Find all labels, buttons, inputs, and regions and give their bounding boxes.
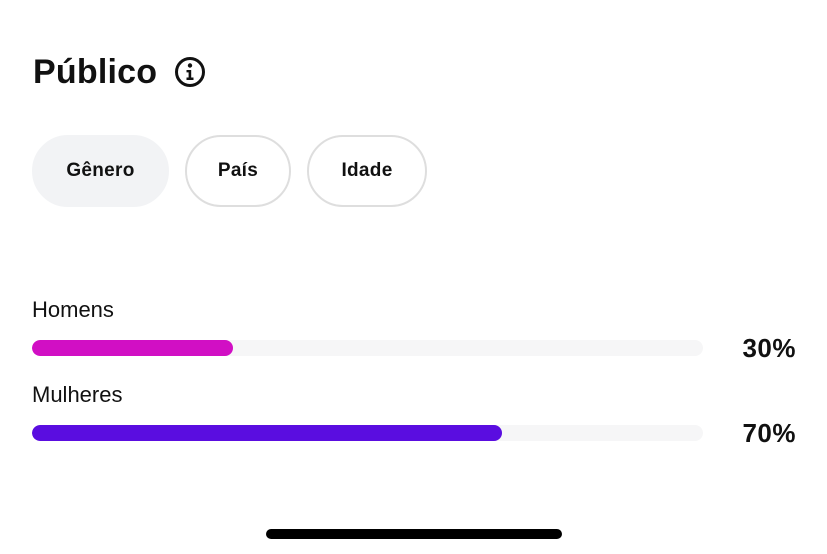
tab-genero-label: Gênero xyxy=(66,160,135,181)
row-label: Mulheres xyxy=(32,382,123,407)
section-header: Público xyxy=(33,50,206,94)
row-value: 70% xyxy=(742,418,796,448)
progress-fill-homens xyxy=(32,340,234,356)
tab-idade[interactable]: Idade xyxy=(307,135,427,207)
row-label: Homens xyxy=(32,297,114,322)
audience-row-mulheres: Mulheres 70% xyxy=(32,382,796,452)
section-title: Público xyxy=(33,53,158,91)
audience-page: Público Gênero País Idade Homens 30% Mul… xyxy=(0,0,827,554)
tab-pais[interactable]: País xyxy=(185,135,291,207)
info-icon[interactable] xyxy=(174,56,206,88)
audience-row-homens: Homens 30% xyxy=(32,297,796,367)
progress-track xyxy=(32,425,703,441)
progress-track xyxy=(32,340,703,356)
progress-fill-mulheres xyxy=(32,425,502,441)
tab-genero[interactable]: Gênero xyxy=(32,135,169,207)
tab-pais-label: País xyxy=(217,160,259,181)
tab-idade-label: Idade xyxy=(341,160,393,181)
row-value: 30% xyxy=(742,333,796,363)
audience-tabs: Gênero País Idade xyxy=(32,135,427,207)
home-indicator xyxy=(266,529,562,539)
